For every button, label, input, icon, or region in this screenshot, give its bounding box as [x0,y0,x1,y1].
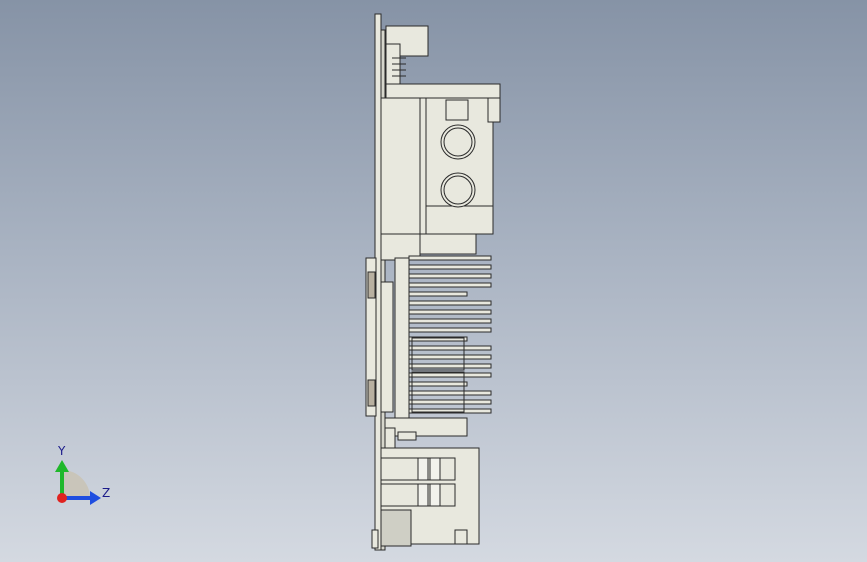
mid-bracket-clip [384,427,396,449]
heatsink-fin [408,399,492,405]
heatsink-fin [408,255,492,261]
upper-housing-slot [445,99,469,121]
upper-housing [380,97,494,235]
heatsink-fin [408,282,492,288]
terminal-screw-2 [429,457,441,481]
z-axis-arrow-icon [90,491,101,505]
x-axis-dot-icon [57,493,67,503]
mid-bracket-pin [397,431,417,441]
terminal-screw-1 [417,457,429,481]
cad-viewport[interactable]: Y Z [0,0,867,562]
round-port-1 [440,124,476,160]
z-axis-label: Z [102,486,110,500]
heatsink-fin [408,345,492,351]
fan-hub-lower [367,379,376,407]
terminal-screw-3 [417,483,429,507]
heatsink-fin [408,264,492,270]
coordinate-triad: Y Z [55,444,110,505]
terminal-foot [454,529,468,545]
cad-model-side-view[interactable] [365,13,501,551]
heatsink-fin [408,300,492,306]
heatsink [394,257,410,419]
mid-bracket [384,417,468,437]
upper-housing-side [487,97,501,123]
heatsink-fin [408,381,468,387]
heatsink-fin [408,291,468,297]
heatsink-fin [408,327,492,333]
heatsink-fin [408,273,492,279]
heatsink-fin [408,372,492,378]
inner-bracket [380,281,394,413]
y-axis-arrow-icon [55,460,69,472]
top-connector-base [385,83,501,99]
heatsink-fin [408,309,492,315]
y-axis-label: Y [57,444,66,458]
board-bottom-edge [371,529,379,549]
round-port-2 [440,172,476,208]
heatsink-fin [408,390,492,396]
triad-quarter-disc [62,470,90,498]
heatsink-fin [408,354,492,360]
upper-housing-foot [419,233,477,255]
terminal-screw-4 [429,483,441,507]
heatsink-fin [408,363,492,369]
heatsink-fins [408,255,492,414]
capacitor [380,509,412,547]
fan-hub [367,271,376,299]
heatsink-fin [408,318,492,324]
